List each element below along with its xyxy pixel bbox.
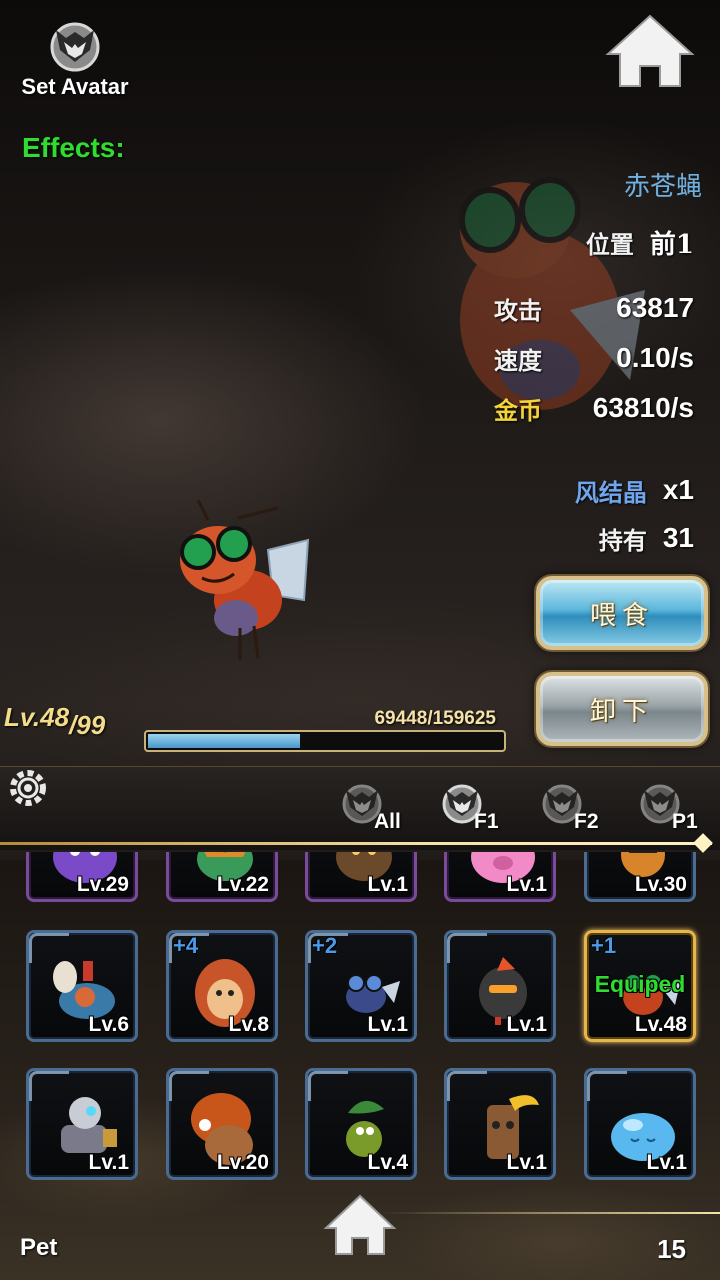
pet-level: Lv.1 <box>367 873 408 896</box>
wolf-head-icon <box>50 22 100 72</box>
owned-row: 持有 31 <box>599 518 694 558</box>
crystal-row: 风结晶 x1 <box>575 470 694 510</box>
tab-label: All <box>374 810 401 833</box>
owned-label: 持有 <box>598 525 647 555</box>
pet-card[interactable]: Lv.20 <box>166 1068 278 1180</box>
tab-all[interactable]: All <box>340 778 430 838</box>
pet-bonus: +2 <box>312 933 338 958</box>
set-avatar-button[interactable]: Set Avatar <box>10 18 140 108</box>
pet-card[interactable]: Lv.1 <box>584 1068 696 1180</box>
tab-label: F2 <box>574 810 599 833</box>
bottom-divider <box>380 1212 720 1214</box>
home-icon[interactable] <box>322 1192 398 1258</box>
set-avatar-label: Set Avatar <box>21 74 129 99</box>
position-label: 位置 <box>585 229 634 259</box>
pet-card[interactable]: +4 Lv.8 <box>166 930 278 1042</box>
effects-label: Effects: <box>22 132 125 163</box>
crystal-value: x1 <box>662 474 694 505</box>
pet-card[interactable]: Lv.4 <box>305 1068 417 1180</box>
tab-label: F1 <box>474 810 499 833</box>
pet-level: Lv.1 <box>506 1013 547 1036</box>
equipped-tag: Equiped <box>594 971 686 997</box>
pet-level: Lv.29 <box>76 873 129 896</box>
tab-label: P1 <box>672 810 698 833</box>
filter-divider <box>0 842 712 845</box>
level-display: Lv.48/99 <box>4 702 105 740</box>
exp-bar-fill <box>148 734 300 748</box>
attack-value: 63817 <box>616 292 694 323</box>
pet-level: Lv.20 <box>216 1151 269 1174</box>
pet-level: Lv.30 <box>634 873 687 896</box>
pet-card-equipped[interactable]: +1 Equiped Lv.48 <box>584 930 696 1042</box>
tab-p1[interactable]: P1 <box>638 778 720 838</box>
speed-value: 0.10/s <box>616 342 694 373</box>
speed-label: 速度 <box>494 345 542 375</box>
pet-name: 赤苍蝇 <box>623 172 702 202</box>
pet-grid: Lv.29 Lv.22 Lv.1 Lv.1 Lv.30 Lv.6 +4 Lv.8 +2 Lv.1 L… <box>0 852 720 1192</box>
pet-card[interactable]: Lv.1 <box>26 1068 138 1180</box>
pet-section-label: Pet <box>20 1234 58 1261</box>
pet-level: Lv.1 <box>506 1151 547 1174</box>
pet-card[interactable]: Lv.29 <box>26 852 138 902</box>
pet-card[interactable]: Lv.1 <box>305 852 417 902</box>
pet-card[interactable]: Lv.6 <box>26 930 138 1042</box>
pet-level: Lv.48 <box>634 1013 687 1036</box>
pet-bonus: +1 <box>591 933 617 958</box>
gold-label: 金币 <box>494 395 542 425</box>
feed-button[interactable]: 喂食 <box>536 576 708 650</box>
position-row: 位置 前1 <box>586 222 694 262</box>
pet-card[interactable]: Lv.1 <box>444 930 556 1042</box>
pet-card[interactable]: +2 Lv.1 <box>305 930 417 1042</box>
level-max: /99 <box>69 710 106 740</box>
unload-button[interactable]: 卸下 <box>536 672 708 746</box>
pet-level: Lv.4 <box>367 1151 408 1174</box>
tab-f2[interactable]: F2 <box>540 778 630 838</box>
exp-text: 69448/159625 <box>374 708 496 729</box>
pet-sprite <box>180 500 310 660</box>
pet-level: Lv.1 <box>88 1151 129 1174</box>
pet-card[interactable]: Lv.30 <box>584 852 696 902</box>
home-icon[interactable] <box>604 12 696 90</box>
pet-bonus: +4 <box>173 933 199 958</box>
pet-card[interactable]: Lv.1 <box>444 852 556 902</box>
pet-level: Lv.1 <box>646 1151 687 1174</box>
pet-level: Lv.8 <box>228 1013 269 1036</box>
exp-bar <box>144 730 506 752</box>
pet-level: Lv.6 <box>88 1013 129 1036</box>
attack-row: 攻击 63817 <box>494 288 694 328</box>
pet-level: Lv.1 <box>367 1013 408 1036</box>
gold-value: 63810/s <box>592 392 694 423</box>
pet-level: Lv.1 <box>506 873 547 896</box>
level-value: Lv.48 <box>4 702 70 732</box>
gear-icon[interactable] <box>6 766 52 812</box>
owned-value: 31 <box>662 522 694 553</box>
pet-count: 15 <box>657 1234 686 1264</box>
attack-label: 攻击 <box>494 295 542 325</box>
crystal-label: 风结晶 <box>574 477 647 507</box>
position-value: 前1 <box>649 229 694 260</box>
speed-row: 速度 0.10/s <box>494 338 694 378</box>
pet-card[interactable]: Lv.22 <box>166 852 278 902</box>
pet-level: Lv.22 <box>216 873 269 896</box>
tab-f1[interactable]: F1 <box>440 778 530 838</box>
pet-card[interactable]: Lv.1 <box>444 1068 556 1180</box>
gold-row: 金币 63810/s <box>494 388 694 428</box>
